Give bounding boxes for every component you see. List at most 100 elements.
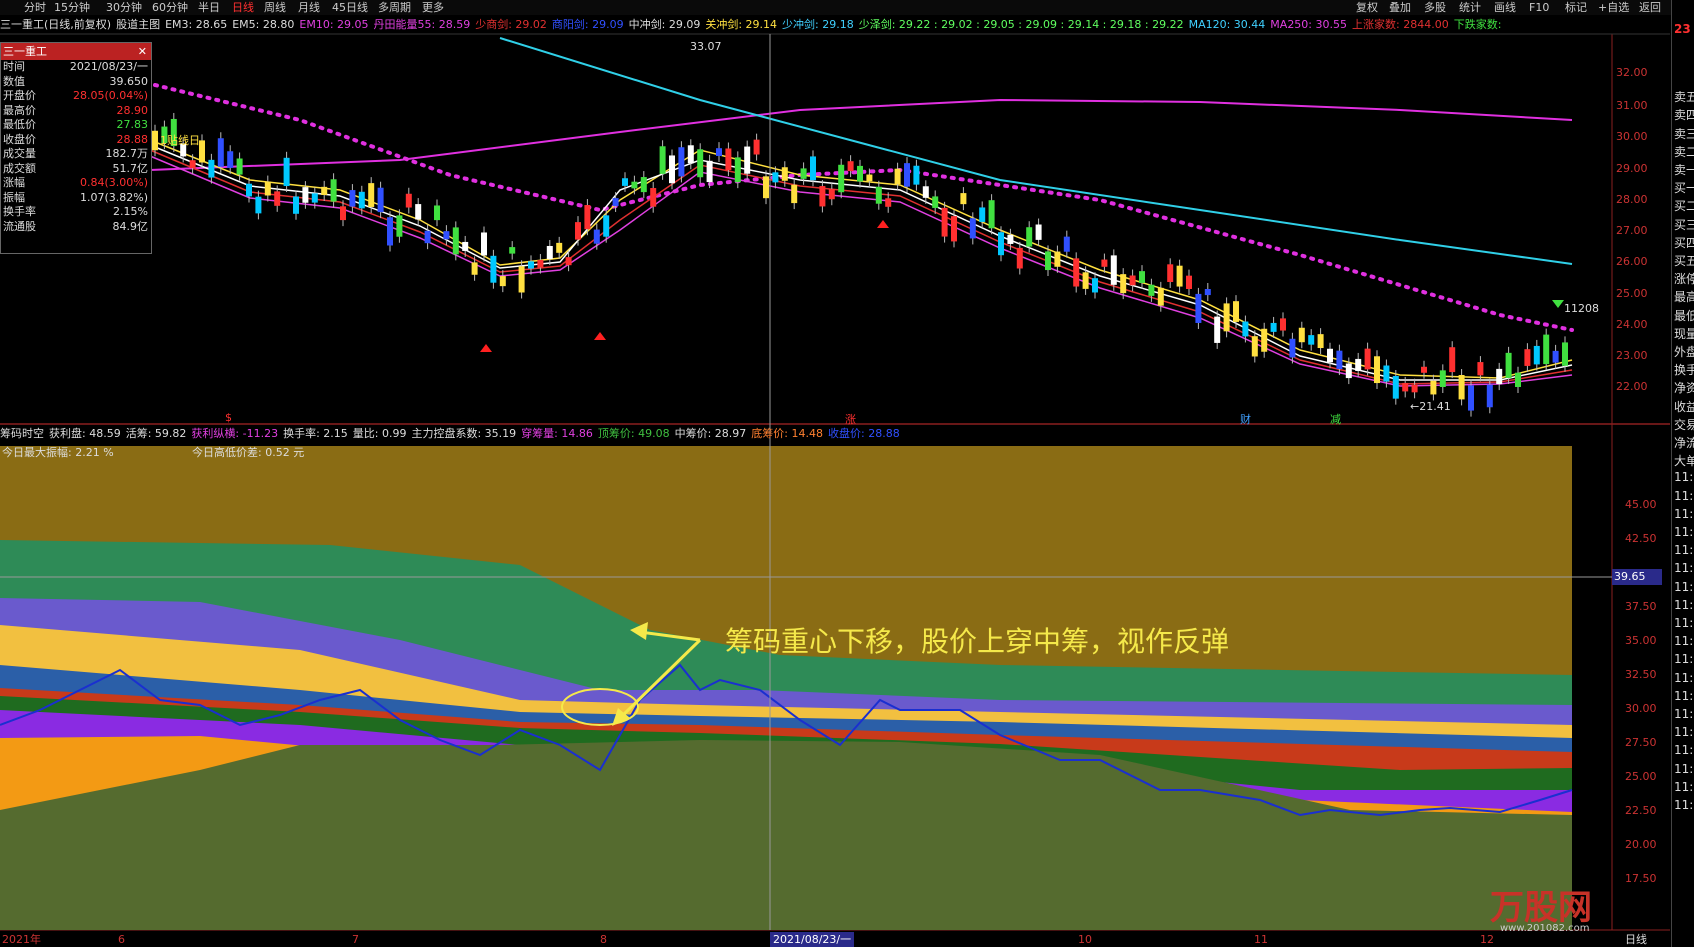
- candle-body: [1242, 321, 1249, 337]
- info-value: 28.90: [116, 103, 149, 117]
- candle-body: [236, 158, 243, 175]
- side-panel-item: 11:3: [1674, 488, 1694, 503]
- candle-body: [847, 161, 854, 172]
- y-axis-label-lower: 45.00: [1625, 498, 1657, 511]
- candle-body: [1552, 350, 1559, 363]
- candle-body: [415, 204, 422, 220]
- candle-body: [1054, 251, 1061, 267]
- info-key: 最高价: [3, 103, 36, 117]
- info-key: 开盘价: [3, 89, 36, 102]
- candle-body: [1345, 363, 1352, 379]
- side-panel-item: 11:3: [1674, 470, 1694, 485]
- candle-body: [640, 177, 647, 193]
- side-panel-item: 11:3: [1674, 616, 1694, 630]
- candle-body: [1562, 342, 1568, 366]
- side-panel-item: 交易: [1674, 417, 1694, 432]
- side-panel-item: 卖一: [1674, 163, 1694, 177]
- candle-body: [434, 205, 440, 221]
- candle-body: [349, 190, 356, 207]
- y-axis-label: 25.00: [1616, 287, 1648, 300]
- candle-body: [1176, 265, 1183, 287]
- info-row: 成交量 182.7万: [1, 147, 151, 162]
- side-panel-item: 11:3: [1674, 543, 1694, 558]
- chart-canvas[interactable]: [0, 0, 1694, 947]
- side-panel-item: 买四: [1674, 235, 1694, 250]
- info-value: 39.650: [109, 74, 149, 88]
- candle-body: [828, 188, 835, 200]
- side-panel-item: 11:3: [1674, 652, 1694, 667]
- candle-body: [227, 151, 234, 168]
- candle-body: [1251, 336, 1258, 357]
- side-panel-item: 11:3: [1674, 779, 1694, 794]
- candle-body: [274, 191, 281, 206]
- y-axis-label: 30.00: [1616, 130, 1648, 143]
- side-panel-item: 11:3: [1674, 761, 1694, 776]
- candle-body: [988, 200, 995, 229]
- chip-indicator-item: 获利盘: 48.59: [49, 427, 121, 440]
- candle-body: [603, 215, 610, 237]
- candle-body: [1477, 362, 1484, 376]
- info-row: 数值 39.650: [1, 75, 151, 90]
- candle-body: [875, 186, 882, 204]
- y-axis-label: 31.00: [1616, 99, 1648, 112]
- candle-body: [1402, 382, 1409, 392]
- side-panel-item: 买二: [1674, 199, 1694, 214]
- side-panel-item: 外盘: [1674, 345, 1694, 359]
- event-marker: 财: [1240, 413, 1251, 426]
- candle-body: [584, 205, 591, 230]
- candle-body: [1496, 368, 1503, 385]
- side-panel-item: 11:3: [1674, 725, 1694, 740]
- candle-body: [866, 174, 873, 182]
- y-axis-label-lower: 22.50: [1625, 804, 1657, 817]
- today-price-diff: 今日高低价差: 0.52 元: [192, 446, 305, 459]
- candle-body: [922, 186, 929, 198]
- candle-body: [1139, 271, 1145, 283]
- candle-body: [1533, 345, 1540, 365]
- date-label: 6: [118, 933, 125, 946]
- candle-body: [763, 176, 769, 199]
- candle-body: [1308, 335, 1315, 345]
- candle-body: [490, 255, 497, 283]
- low-label: ←21.41: [1410, 400, 1451, 413]
- candle-body: [1364, 348, 1371, 370]
- chip-indicator-legend: 筹码时空 获利盘: 48.59 活筹: 59.82 获利纵横: -11.23 换手率: …: [0, 426, 1600, 442]
- candle-body: [293, 196, 299, 214]
- info-row: 开盘价 28.05(0.04%): [1, 89, 151, 104]
- y-axis-label: 24.00: [1616, 318, 1648, 331]
- info-value: 2.15%: [113, 205, 148, 218]
- side-panel-item: 11:3: [1674, 688, 1694, 703]
- info-value: 28.05(0.04%): [72, 89, 148, 102]
- candle-body: [819, 186, 826, 207]
- chip-indicator-item: 获利纵横: -11.23: [191, 427, 279, 440]
- candle-body: [979, 207, 986, 222]
- info-row: 最高价 28.90: [1, 104, 151, 119]
- date-label: 7: [352, 933, 359, 946]
- chip-indicator-item: 底筹价: 14.48: [751, 427, 823, 440]
- info-key: 振幅: [3, 190, 25, 204]
- candle-body: [1374, 356, 1380, 384]
- candle-body: [1035, 224, 1042, 240]
- candle-body: [960, 193, 967, 205]
- candle-body: [1167, 264, 1174, 283]
- candle-body: [264, 181, 271, 196]
- candle-body: [678, 147, 685, 177]
- candle-body: [528, 261, 534, 269]
- candle-body: [208, 159, 215, 178]
- candle-body: [481, 232, 487, 256]
- side-panel-item: 最高: [1674, 290, 1694, 305]
- candle-body: [1355, 358, 1362, 371]
- info-value: 182.7万: [105, 147, 149, 160]
- candle-body: [302, 187, 309, 203]
- close-icon[interactable]: ✕: [138, 43, 147, 60]
- candle-body: [368, 183, 375, 207]
- candle-body: [650, 188, 657, 207]
- candle-body: [687, 145, 694, 164]
- side-panel-item: 卖三: [1674, 126, 1694, 141]
- old-label: 1贴线日: [160, 134, 200, 147]
- candle-body: [1214, 316, 1221, 343]
- info-key: 流通股: [3, 219, 36, 233]
- info-value: 0.84(3.00%): [79, 176, 148, 189]
- date-axis: 2021年 6 7 8 2021/08/23/一 10 11 12 日线: [0, 932, 1694, 947]
- candle-body: [1411, 384, 1418, 393]
- candle-body: [443, 231, 450, 240]
